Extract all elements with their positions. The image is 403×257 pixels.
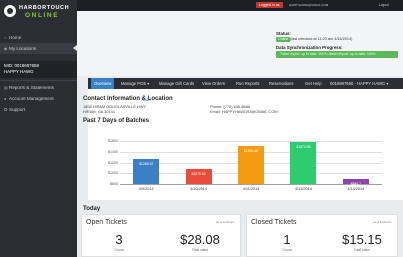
sidebar-item-my-locations[interactable]: ◆ My Locations (0, 43, 77, 54)
closed-total: $15.15 (342, 232, 382, 247)
sync-progress-bar: Ticket Import: up to date; 100%; Batch I… (276, 51, 398, 58)
selected-location[interactable]: MID: 0018687658 HAPPY HAWG (0, 61, 77, 78)
closed-tickets-card[interactable]: Closed Tickets as of 11:23 am 1 Count $1… (246, 214, 398, 257)
count-label: Count (114, 248, 124, 252)
logged-in-badge: Logged in as (256, 2, 283, 8)
last-checked-text: (last checked at 11:23 am 4/16/2014) (290, 37, 353, 41)
tab-view-orders[interactable]: View Orders (202, 78, 225, 89)
tab-run-reports[interactable]: Run Reports (236, 78, 260, 89)
status-panel (77, 11, 403, 76)
open-tickets-card[interactable]: Open Tickets as of 11:23 am 3 Count $28.… (81, 214, 241, 257)
address-line2: HIRAM, GA 30141 (83, 109, 116, 114)
total-label: Total value (353, 248, 371, 252)
x-tick-label: 4/14/2014 (347, 187, 365, 191)
edit-contact-link[interactable]: Edit (143, 97, 151, 102)
x-tick-label: 4/10/2014 (190, 187, 208, 191)
x-tick-label: 4/13/2014 (294, 187, 312, 191)
batches-title: Past 7 Days of Batches (83, 118, 150, 124)
open-total: $28.08 (180, 232, 220, 247)
sidebar-item-label: Account Management (9, 96, 54, 101)
email-text: Email: HAPPYHAWG93@GMAIL.COM (210, 109, 278, 114)
y-tick-label: $1200 (108, 160, 118, 165)
closed-count: 1 (283, 232, 291, 247)
contact-title: Contact Information & Location (83, 96, 173, 102)
bar-value-label: $886.7 (350, 182, 361, 187)
tab-overview[interactable]: Overview (91, 78, 115, 89)
tab-get-help[interactable]: Get Help (305, 78, 322, 89)
batches-chart: $1600 $1400 $1200 $1000 $800 $1268.92 4/9/2014… (96, 137, 396, 193)
location-selector[interactable]: 0018687658 - HAPPY HAWG ▾ (330, 78, 388, 89)
x-tick-label: 4/11/2014 (242, 187, 260, 191)
sidebar-item-label: Reports & Statements (9, 85, 54, 90)
sidebar-item-label: Home (9, 35, 22, 40)
today-title: Today (83, 206, 101, 212)
bar-value-label: $1572.98 (296, 145, 311, 150)
logo-text-top: HARBORTOUCH (19, 5, 70, 11)
chart-gridline (120, 141, 382, 142)
as-of-text: as of 11:23 am (373, 220, 392, 224)
bar-value-label: $1070.82 (191, 172, 206, 177)
chart-gridline (120, 184, 382, 185)
sidebar-item-label: Support (9, 107, 26, 112)
as-of-text: as of 11:23 am (216, 220, 235, 224)
y-tick-label: $800 (110, 182, 118, 186)
count-label: Count (282, 248, 292, 252)
sidebar-item-support[interactable]: ✪ Support (0, 104, 77, 115)
card-title: Closed Tickets (251, 219, 297, 226)
status-badge: Online (276, 37, 291, 42)
user-email-link[interactable]: HAPPYHAWK@GMAIL.COM (289, 2, 328, 8)
sidebar-item-home[interactable]: ⌂ Home (0, 32, 77, 43)
tab-manage-gift-cards[interactable]: Manage Gift Cards (159, 78, 194, 89)
sidebar: HARBORTOUCH ONLINE ⌂ Home ◆ My Locations M… (0, 0, 77, 257)
status-label: Status: (276, 31, 291, 36)
x-tick-label: 4/9/2014 (138, 187, 154, 191)
top-bar (77, 0, 403, 11)
logo-mark-icon (4, 5, 16, 17)
sync-label: Data Synchronization Progress: (276, 45, 343, 50)
sidebar-item-label: My Locations (9, 46, 37, 51)
tab-manage-pos[interactable]: Manage POS ▾ (121, 78, 149, 89)
logout-link[interactable]: Logout (379, 2, 389, 8)
main-tabs: Overview Manage POS ▾ Manage Gift Cards … (88, 78, 403, 89)
y-tick-label: $1000 (108, 171, 118, 176)
merchant-name: HAPPY HAWG (4, 69, 34, 74)
tab-reservations[interactable]: Reservations (269, 78, 293, 89)
sidebar-divider (0, 80, 77, 81)
harbortouch-logo[interactable]: HARBORTOUCH ONLINE (3, 3, 75, 21)
total-label: Total value (191, 248, 209, 252)
y-tick-label: $1600 (108, 139, 118, 143)
bar-value-label: $1505.48 (243, 149, 259, 154)
y-tick-label: $1400 (108, 149, 118, 154)
open-count: 3 (115, 232, 123, 247)
sidebar-item-account[interactable]: ● Account Management (0, 93, 77, 104)
sidebar-item-reports[interactable]: ▤Reports & Statements (0, 82, 77, 93)
card-title: Open Tickets (86, 219, 127, 226)
bar-value-label: $1268.92 (139, 161, 154, 166)
logo-text-bottom: ONLINE (25, 12, 60, 19)
